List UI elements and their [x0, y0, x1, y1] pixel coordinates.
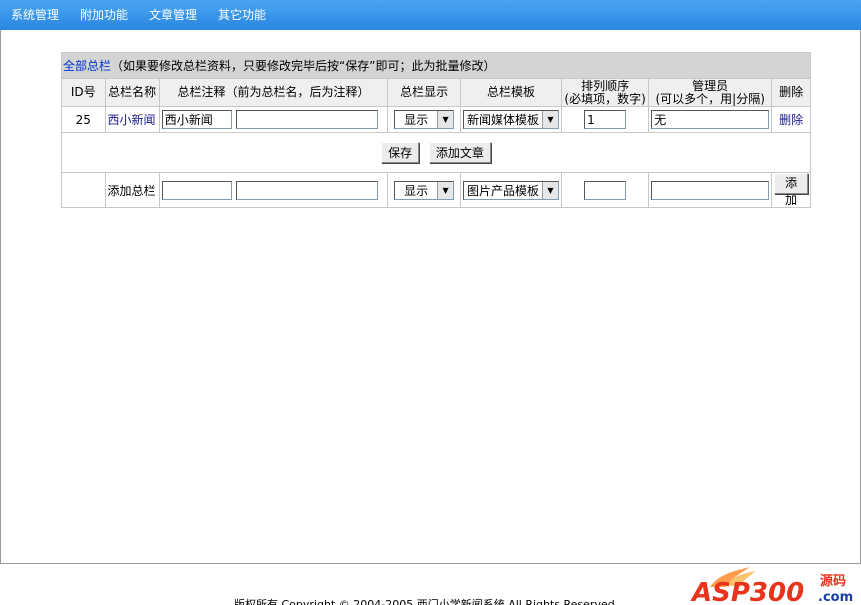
header-order-hint: (必填项，数字) — [564, 91, 646, 106]
menu-item-addons[interactable]: 附加功能 — [80, 6, 128, 23]
header-template: 总栏模板 — [460, 78, 562, 107]
table-caption-row: 全部总栏（如果要修改总栏资料，只要修改完毕后按“保存”即可；此为批量修改） — [61, 52, 811, 79]
delete-link[interactable]: 删除 — [779, 113, 803, 127]
new-template-select[interactable]: 图片产品模板 ▼ — [463, 180, 559, 200]
chevron-down-icon: ▼ — [542, 111, 558, 128]
new-column-note-input[interactable] — [235, 180, 378, 200]
action-row: 保存 添加文章 — [61, 132, 811, 173]
save-button[interactable]: 保存 — [381, 142, 420, 163]
main-menu: 系统管理 附加功能 文章管理 其它功能 — [0, 0, 861, 28]
row-id: 25 — [61, 106, 106, 133]
display-select-value: 显示 — [404, 113, 429, 127]
menu-item-system[interactable]: 系统管理 — [11, 6, 59, 23]
column-name-input[interactable] — [161, 110, 232, 129]
header-order: 排列顺序 (必填项，数字) — [560, 78, 650, 107]
header-admin-title: 管理员 — [692, 78, 729, 93]
header-order-title: 排列顺序 — [581, 78, 630, 93]
display-select[interactable]: 显示 ▼ — [394, 110, 455, 129]
copyright-footer: 版权所有 Copyright © 2004-2005 西门小学新闻系统 All … — [234, 598, 615, 605]
new-admin-input[interactable] — [651, 180, 770, 200]
header-name: 总栏名称 — [104, 78, 160, 107]
admin-input[interactable] — [651, 110, 770, 129]
header-admin-hint: (可以多个，用|分隔) — [655, 91, 765, 106]
new-column-name-input[interactable] — [161, 180, 232, 200]
menu-item-articles[interactable]: 文章管理 — [149, 6, 197, 23]
row-name: 西小新闻 — [104, 106, 160, 133]
logo-suffix: .com — [818, 590, 853, 605]
top-menu-bar: 系统管理 附加功能 文章管理 其它功能 — [0, 0, 861, 30]
header-display: 总栏显示 — [387, 78, 461, 107]
caption-note: （如果要修改总栏资料，只要修改完毕后按“保存”即可；此为批量修改） — [111, 59, 496, 73]
add-article-button[interactable]: 添加文章 — [428, 142, 491, 163]
add-row-label: 添加总栏 — [104, 172, 160, 208]
order-input[interactable] — [584, 110, 627, 129]
chevron-down-icon: ▼ — [437, 111, 454, 128]
all-columns-link[interactable]: 全部总栏 — [63, 59, 111, 73]
table-row: 25 西小新闻 显示 ▼ 新闻媒体模板 ▼ 删除 — [61, 106, 811, 133]
new-display-select-value: 显示 — [404, 183, 429, 198]
menu-item-other[interactable]: 其它功能 — [218, 6, 266, 23]
new-order-input[interactable] — [584, 180, 627, 200]
add-column-button[interactable]: 添加 — [774, 173, 808, 207]
header-id: ID号 — [61, 78, 106, 107]
header-note: 总栏注释（前为总栏名，后为注释） — [158, 78, 389, 107]
header-row: ID号 总栏名称 总栏注释（前为总栏名，后为注释） 总栏显示 总栏模板 排列顺序… — [61, 78, 811, 107]
logo-brand: ASP300 — [690, 578, 804, 605]
column-note-input[interactable] — [235, 110, 378, 129]
logo-tag: 源码 — [820, 573, 846, 589]
header-admin: 管理员 (可以多个，用|分隔) — [648, 78, 773, 107]
asp300-logo: ASP300 源码 .com — [690, 567, 853, 605]
new-template-select-value: 图片产品模板 — [466, 183, 539, 198]
header-delete: 删除 — [771, 78, 811, 107]
new-display-select[interactable]: 显示 ▼ — [394, 180, 455, 200]
chevron-down-icon: ▼ — [437, 181, 454, 199]
template-select-value: 新闻媒体模板 — [466, 113, 539, 127]
add-row: 添加总栏 显示 ▼ 图片产品模板 ▼ 添加 — [61, 172, 811, 208]
template-select[interactable]: 新闻媒体模板 ▼ — [463, 110, 559, 129]
chevron-down-icon: ▼ — [542, 181, 558, 199]
column-table: 全部总栏（如果要修改总栏资料，只要修改完毕后按“保存”即可；此为批量修改） ID… — [61, 52, 811, 208]
